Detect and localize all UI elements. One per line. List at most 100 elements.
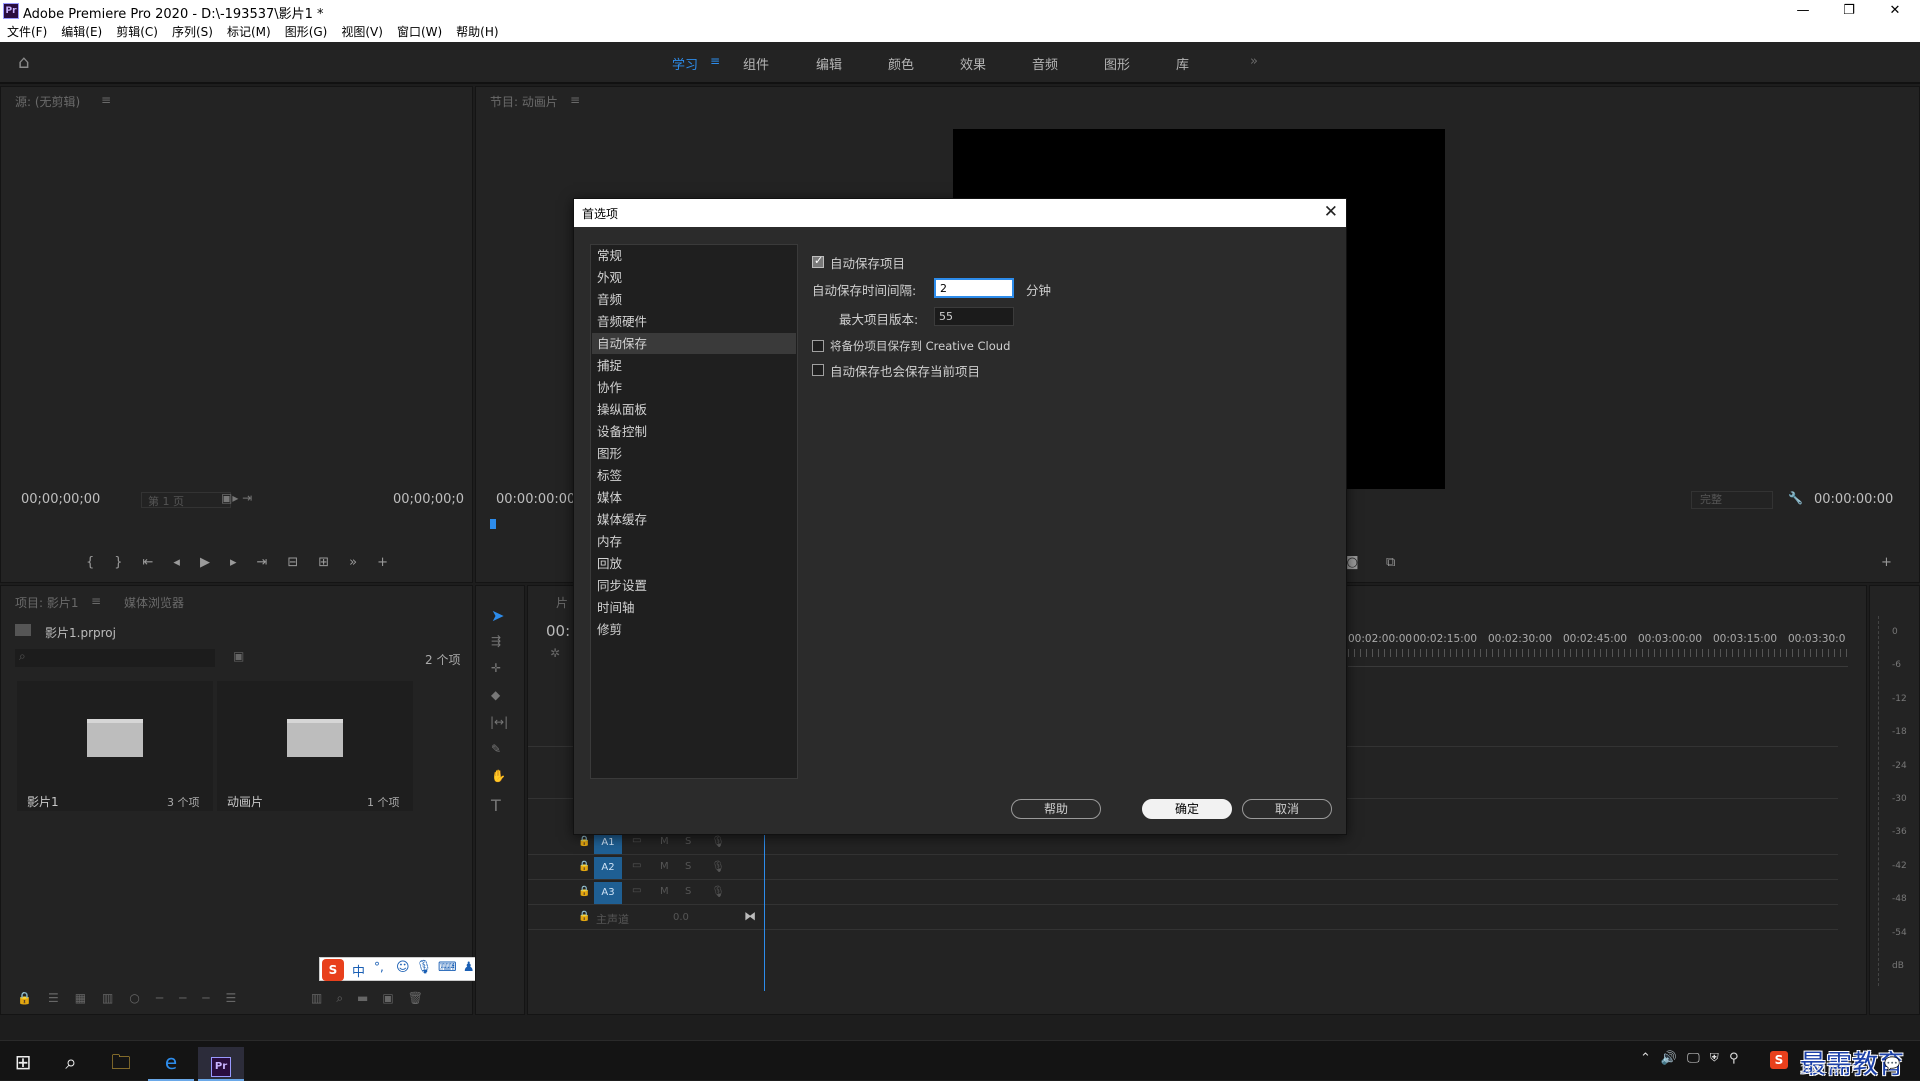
track-label[interactable]: A2 bbox=[594, 857, 622, 879]
timeline-tab[interactable]: 片 bbox=[556, 594, 568, 611]
mute-button[interactable]: M bbox=[660, 861, 669, 872]
category-playback[interactable]: 回放 bbox=[592, 553, 796, 574]
playhead-marker[interactable] bbox=[490, 519, 496, 529]
pen-tool-icon[interactable]: ✎ bbox=[491, 742, 501, 756]
category-timeline[interactable]: 时间轴 bbox=[592, 597, 796, 618]
source-page-select[interactable]: 第 1 页 bbox=[141, 492, 231, 508]
zoom-to-sequence-icon[interactable]: ⧓ bbox=[744, 909, 756, 923]
playhead-line[interactable] bbox=[764, 831, 765, 991]
category-labels[interactable]: 标签 bbox=[592, 465, 796, 486]
project-footer-actions[interactable]: ▥⌕▬▣🗑 bbox=[311, 991, 437, 1006]
master-track[interactable]: 🔒 主声道 0.0 ⧓ bbox=[528, 906, 1838, 930]
panel-menu-icon[interactable]: ≡ bbox=[101, 93, 111, 107]
category-media[interactable]: 媒体 bbox=[592, 487, 796, 508]
lock-icon[interactable]: 🔒 bbox=[578, 861, 590, 872]
menu-window[interactable]: 窗口(W) bbox=[390, 22, 449, 42]
category-memory[interactable]: 内存 bbox=[592, 531, 796, 552]
mic-icon[interactable]: 🎙 bbox=[711, 835, 725, 848]
menu-file[interactable]: 文件(F) bbox=[0, 22, 54, 42]
category-graphics[interactable]: 图形 bbox=[592, 443, 796, 464]
category-sync-settings[interactable]: 同步设置 bbox=[592, 575, 796, 596]
ok-button[interactable]: 确定 bbox=[1142, 799, 1232, 819]
minimize-icon[interactable]: — bbox=[1780, 0, 1826, 22]
new-search-bin-icon[interactable]: ▣ bbox=[233, 649, 244, 663]
ime-punct-icon[interactable]: °, bbox=[374, 960, 384, 974]
category-media-cache[interactable]: 媒体缓存 bbox=[592, 509, 796, 530]
master-volume[interactable]: 0.0 bbox=[673, 912, 689, 923]
sync-lock-icon[interactable]: ▭ bbox=[632, 835, 641, 846]
track-select-tool-icon[interactable]: ⇶ bbox=[491, 634, 501, 648]
category-audio[interactable]: 音频 bbox=[592, 289, 796, 310]
sync-lock-icon[interactable]: ▭ bbox=[632, 860, 641, 871]
notification-icon[interactable]: 💬 bbox=[1884, 1057, 1900, 1072]
source-timecode-left[interactable]: 00;00;00;00 bbox=[21, 492, 100, 507]
mute-button[interactable]: M bbox=[660, 836, 669, 847]
lock-icon[interactable]: 🔒 bbox=[578, 886, 590, 897]
audio-track-a3[interactable]: 🔒 A3 ▭ M S 🎙 bbox=[528, 881, 1838, 905]
workspace-assembly[interactable]: 组件 bbox=[743, 54, 769, 73]
menu-graphics[interactable]: 图形(G) bbox=[278, 22, 335, 42]
timeline-timecode[interactable]: 00: bbox=[546, 622, 570, 640]
lock-icon[interactable]: 🔒 bbox=[578, 836, 590, 847]
selection-tool-icon[interactable]: ➤ bbox=[491, 606, 504, 625]
workspace-menu-icon[interactable]: ≡ bbox=[710, 54, 720, 68]
cancel-button[interactable]: 取消 bbox=[1242, 799, 1332, 819]
system-tray-icons[interactable]: ⌃🔊🖵⛨⚲ bbox=[1640, 1051, 1748, 1066]
sogou-tray-icon[interactable]: S bbox=[1770, 1051, 1788, 1069]
mic-icon[interactable]: 🎙 bbox=[711, 860, 725, 873]
premiere-taskbar-icon[interactable]: Pr bbox=[198, 1047, 244, 1081]
audio-track-a2[interactable]: 🔒 A2 ▭ M S 🎙 bbox=[528, 856, 1838, 880]
menu-edit[interactable]: 编辑(E) bbox=[54, 22, 109, 42]
project-footer-controls[interactable]: 🔒☰▦▥○───☰ bbox=[17, 991, 252, 1005]
menu-view[interactable]: 视图(V) bbox=[334, 22, 390, 42]
sync-lock-icon[interactable]: ▭ bbox=[632, 885, 641, 896]
search-icon[interactable]: ⌕ bbox=[48, 1047, 94, 1081]
time-ruler-ticks[interactable] bbox=[1348, 649, 1848, 657]
ripple-edit-tool-icon[interactable]: ✛ bbox=[491, 661, 501, 675]
workspace-editing[interactable]: 编辑 bbox=[816, 54, 842, 73]
bin-tile-2[interactable]: 动画片 1 个项 bbox=[217, 681, 413, 811]
category-general[interactable]: 常规 bbox=[592, 245, 796, 266]
edge-browser-icon[interactable]: e bbox=[148, 1047, 194, 1081]
mute-button[interactable]: M bbox=[660, 886, 669, 897]
solo-button[interactable]: S bbox=[685, 886, 691, 897]
bin-tile-1[interactable]: 影片1 3 个项 bbox=[17, 681, 213, 811]
category-audio-hardware[interactable]: 音频硬件 bbox=[592, 311, 796, 332]
workspace-libraries[interactable]: 库 bbox=[1176, 54, 1189, 73]
slip-tool-icon[interactable]: |↔| bbox=[490, 715, 508, 729]
playback-resolution-select[interactable]: 完整 bbox=[1691, 491, 1773, 509]
camera-icon[interactable]: ◙ bbox=[1346, 555, 1359, 570]
hand-tool-icon[interactable]: ✋ bbox=[491, 769, 506, 783]
autosave-checkbox[interactable] bbox=[812, 254, 824, 268]
menu-clip[interactable]: 剪辑(C) bbox=[109, 22, 165, 42]
mic-icon[interactable]: 🎙 bbox=[711, 885, 725, 898]
solo-button[interactable]: S bbox=[685, 836, 691, 847]
ime-mode-icon[interactable]: 中 bbox=[352, 961, 365, 980]
workspace-effects[interactable]: 效果 bbox=[960, 54, 986, 73]
category-collaboration[interactable]: 协作 bbox=[592, 377, 796, 398]
help-button[interactable]: 帮助 bbox=[1011, 799, 1101, 819]
menu-help[interactable]: 帮助(H) bbox=[449, 22, 505, 42]
category-capture[interactable]: 捕捉 bbox=[592, 355, 796, 376]
close-icon[interactable]: ✕ bbox=[1872, 0, 1918, 22]
workspace-audio[interactable]: 音频 bbox=[1032, 54, 1058, 73]
solo-button[interactable]: S bbox=[685, 861, 691, 872]
category-appearance[interactable]: 外观 bbox=[592, 267, 796, 288]
file-explorer-icon[interactable]: 🗀 bbox=[98, 1047, 144, 1081]
snap-icon[interactable]: ✲ bbox=[550, 646, 560, 660]
more-workspaces-icon[interactable]: » bbox=[1250, 54, 1258, 69]
workspace-color[interactable]: 颜色 bbox=[888, 54, 914, 73]
close-icon[interactable]: ✕ bbox=[1324, 202, 1338, 222]
lock-icon[interactable]: 🔒 bbox=[578, 911, 590, 922]
wrench-icon[interactable]: 🔧 bbox=[1788, 491, 1803, 505]
sogou-logo-icon[interactable]: S bbox=[322, 959, 344, 981]
media-browser-tab[interactable]: 媒体浏览器 bbox=[124, 594, 184, 611]
menu-markers[interactable]: 标记(M) bbox=[220, 22, 278, 42]
panel-menu-icon[interactable]: ≡ bbox=[91, 594, 101, 608]
autosave-interval-input[interactable] bbox=[934, 278, 1014, 298]
workspace-graphics[interactable]: 图形 bbox=[1104, 54, 1130, 73]
menu-sequence[interactable]: 序列(S) bbox=[165, 22, 220, 42]
source-settings-icon[interactable]: ▣▸ ⇥ bbox=[221, 491, 252, 505]
project-search-input[interactable]: ⌕ bbox=[15, 649, 215, 667]
track-label[interactable]: A1 bbox=[594, 832, 622, 854]
